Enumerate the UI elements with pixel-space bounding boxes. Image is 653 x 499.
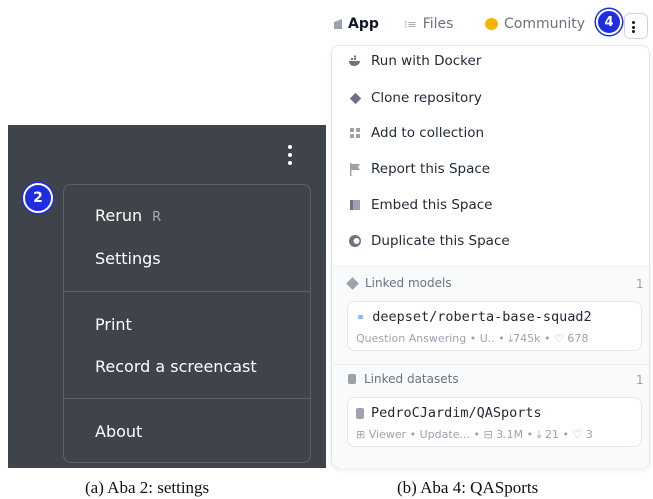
dataset-updated: Update... <box>419 428 470 441</box>
report-space-label: Report this Space <box>371 161 491 177</box>
model-task-icon: ⚭ <box>356 310 366 324</box>
about-menu-item[interactable]: About <box>95 422 142 441</box>
dataset-name: PedroCJardim/QASports <box>371 405 542 421</box>
run-with-docker-label: Run with Docker <box>371 53 482 69</box>
dataset-icon <box>356 407 364 419</box>
tab-files-label: Files <box>422 16 454 32</box>
collection-icon <box>348 126 362 140</box>
model-task: Question Answering <box>356 332 467 345</box>
main-menu-kebab-icon[interactable] <box>286 145 294 165</box>
rows-icon: ⊟ <box>483 428 493 441</box>
download-icon: ⤓ <box>536 428 542 441</box>
meta-sep: • <box>409 428 420 441</box>
community-icon <box>485 18 498 30</box>
files-icon: ⁝≡ <box>404 17 417 31</box>
dataset-viewer: Viewer <box>368 428 407 441</box>
heart-icon: ♡ <box>572 428 583 441</box>
settings-menu-item[interactable]: Settings <box>95 249 161 268</box>
record-screencast-menu-item[interactable]: Record a screencast <box>95 357 257 376</box>
model-meta: Question Answering • U.. • ⤓745k • ♡ 678 <box>356 332 588 346</box>
linked-models-count: 1 <box>636 277 644 291</box>
heart-icon: ♡ <box>554 332 564 345</box>
run-with-docker-item[interactable]: Run with Docker <box>348 53 481 69</box>
meta-sep: • <box>544 332 555 345</box>
linked-datasets-count: 1 <box>636 373 644 387</box>
linked-models-header: Linked models <box>346 276 452 290</box>
step-badge: 4 <box>596 9 622 35</box>
docker-icon <box>348 54 362 68</box>
git-diamond-icon <box>348 91 362 105</box>
meta-sep: • <box>469 332 480 345</box>
embed-space-item[interactable]: Embed this Space <box>348 197 492 213</box>
model-downloads: 745k <box>513 332 541 345</box>
add-to-collection-item[interactable]: Add to collection <box>348 125 484 141</box>
linked-dataset-card[interactable]: PedroCJardim/QASports ⊞ Viewer • Update.… <box>347 397 642 447</box>
model-likes: 678 <box>567 332 589 345</box>
duplicate-space-label: Duplicate this Space <box>371 233 510 249</box>
step-badge: 2 <box>23 183 53 213</box>
caption-b: (b) Aba 4: QASports <box>397 478 539 497</box>
add-to-collection-label: Add to collection <box>371 125 485 141</box>
linked-model-card[interactable]: ⚭ deepset/roberta-base-squad2 Question A… <box>347 301 642 351</box>
tab-app-label: App <box>348 16 379 32</box>
model-cube-icon <box>346 276 359 290</box>
viewer-icon: ⊞ <box>356 428 366 441</box>
flag-icon <box>348 162 362 176</box>
app-icon <box>334 19 342 29</box>
meta-sep: • <box>498 332 509 345</box>
embed-icon <box>348 198 362 212</box>
dataset-likes: 3 <box>585 428 593 441</box>
settings-dropdown-menu: Rerun R Settings Print Record a screencas… <box>63 184 311 463</box>
linked-datasets-label: Linked datasets <box>364 372 459 386</box>
embed-space-label: Embed this Space <box>371 197 493 213</box>
model-title: ⚭ deepset/roberta-base-squad2 <box>356 309 592 325</box>
rerun-menu-item[interactable]: Rerun R <box>95 206 161 225</box>
tab-files[interactable]: ⁝≡ Files <box>404 16 453 32</box>
duplicate-space-item[interactable]: Duplicate this Space <box>348 233 510 249</box>
model-name: deepset/roberta-base-squad2 <box>372 309 592 325</box>
tab-community-label: Community <box>504 16 586 32</box>
meta-sep: • <box>562 428 573 441</box>
model-updated: U.. <box>479 332 495 345</box>
linked-datasets-header: Linked datasets <box>348 372 459 386</box>
dataset-rows: 3.1M <box>496 428 524 441</box>
linked-models-label: Linked models <box>365 276 452 290</box>
space-menu-kebab-icon[interactable] <box>624 13 648 39</box>
dataset-db-icon <box>348 374 356 384</box>
menu-divider <box>64 291 310 292</box>
rerun-shortcut: R <box>152 210 162 225</box>
caption-a: (a) Aba 2: settings <box>85 478 210 497</box>
clone-repository-label: Clone repository <box>371 90 482 106</box>
tab-community[interactable]: Community <box>485 16 585 32</box>
dataset-meta: ⊞ Viewer • Update... • ⊟ 3.1M • ⤓ 21 • ♡… <box>356 428 593 442</box>
meta-sep: • <box>473 428 484 441</box>
dataset-downloads: 21 <box>545 428 560 441</box>
rerun-label: Rerun <box>95 206 143 225</box>
meta-sep: • <box>526 428 537 441</box>
duplicate-icon <box>348 234 362 248</box>
report-space-item[interactable]: Report this Space <box>348 161 490 177</box>
tab-app[interactable]: App <box>334 16 379 32</box>
menu-divider <box>64 398 310 399</box>
clone-repository-item[interactable]: Clone repository <box>348 90 482 106</box>
dataset-title: PedroCJardim/QASports <box>356 405 542 421</box>
print-menu-item[interactable]: Print <box>95 315 132 334</box>
